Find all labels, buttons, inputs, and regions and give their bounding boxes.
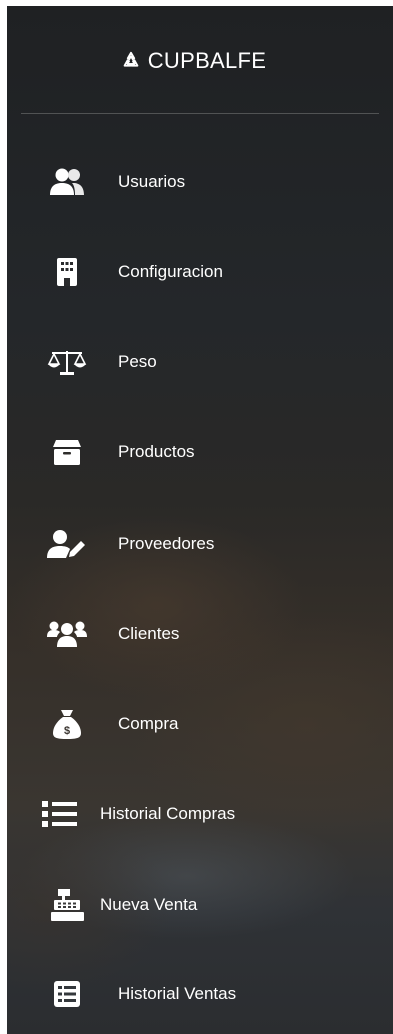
nav-label-proveedores: Proveedores — [118, 534, 215, 553]
nav-item-clientes[interactable]: Clientes — [7, 606, 379, 662]
nav-item-productos[interactable]: Productos — [7, 424, 379, 480]
list-icon — [39, 794, 79, 834]
nav-label-clientes: Clientes — [118, 624, 180, 643]
nav-label-productos: Productos — [118, 442, 195, 461]
nav-item-usuarios[interactable]: Usuarios — [7, 154, 379, 210]
nav-item-compra[interactable]: $ Compra — [7, 696, 379, 752]
nav-label-compra: Compra — [118, 714, 179, 733]
nav-label-peso: Peso — [118, 352, 157, 371]
nav-item-peso[interactable]: Peso — [7, 334, 379, 390]
nav-item-configuracion[interactable]: Configuracion — [7, 244, 379, 300]
recycle-icon — [123, 51, 139, 67]
nav-label-historial-ventas: Historial Ventas — [118, 984, 237, 1003]
user-group-icon — [47, 614, 87, 654]
divider — [21, 113, 379, 114]
users-icon — [47, 162, 87, 202]
nav-item-nueva-venta[interactable]: Nueva Venta — [7, 877, 379, 933]
nav-label-usuarios: Usuarios — [118, 172, 186, 191]
brand[interactable]: CUPBALFE — [7, 6, 379, 116]
svg-text:$: $ — [64, 725, 70, 737]
nav-label-historial-compras: Historial Compras — [100, 804, 236, 823]
list-alt-icon — [47, 974, 87, 1014]
user-edit-icon — [47, 524, 87, 564]
balance-scale-icon — [47, 342, 87, 382]
money-bag-icon: $ — [47, 704, 87, 744]
brand-title: CUPBALFE — [147, 48, 267, 73]
nav-item-historial-ventas[interactable]: Historial Ventas — [7, 966, 379, 1022]
building-icon — [47, 252, 87, 292]
cash-register-icon — [48, 885, 88, 925]
nav-label-configuracion: Configuracion — [118, 262, 223, 281]
nav-item-proveedores[interactable]: Proveedores — [7, 516, 379, 572]
sidebar: CUPBALFE Usuarios Configuracion Peso Pro… — [7, 6, 393, 1034]
box-icon — [47, 432, 87, 472]
nav-item-historial-compras[interactable]: Historial Compras — [7, 786, 379, 842]
nav-label-nueva-venta: Nueva Venta — [100, 895, 198, 914]
